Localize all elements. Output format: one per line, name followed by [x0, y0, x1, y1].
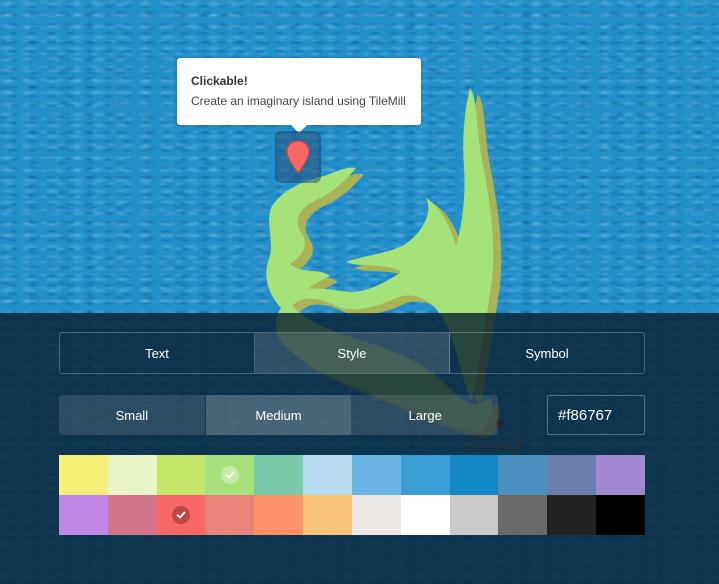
color-swatch[interactable] [400, 495, 450, 535]
tab-symbol[interactable]: Symbol [450, 333, 644, 373]
color-swatch[interactable] [547, 495, 597, 535]
color-swatch[interactable] [596, 455, 645, 495]
color-swatch[interactable] [596, 495, 645, 535]
checkmark-icon [172, 506, 191, 524]
color-swatch[interactable] [498, 495, 548, 535]
checkmark-icon [220, 466, 239, 484]
size-selector: Small Medium Large [59, 395, 498, 435]
popup-tooltip: Clickable! Create an imaginary island us… [177, 58, 421, 133]
hex-color-input[interactable] [547, 395, 645, 435]
color-swatch[interactable] [107, 455, 157, 495]
color-swatch[interactable] [547, 455, 597, 495]
color-swatch[interactable] [205, 495, 255, 535]
color-swatch[interactable] [59, 495, 108, 535]
color-swatch[interactable] [254, 495, 304, 535]
color-swatch[interactable] [303, 495, 352, 535]
color-swatch[interactable] [156, 495, 206, 535]
tab-bar: Text Style Symbol [59, 332, 645, 374]
color-swatch[interactable] [156, 455, 206, 495]
size-large-button[interactable]: Large [352, 395, 498, 435]
color-swatch[interactable] [351, 495, 401, 535]
popup-title: Clickable! [191, 74, 248, 88]
tab-text[interactable]: Text [60, 333, 255, 373]
marker-selection-box[interactable] [277, 133, 319, 181]
color-palette [59, 455, 645, 535]
color-swatch[interactable] [107, 495, 157, 535]
color-swatch[interactable] [205, 455, 255, 495]
color-swatch[interactable] [498, 455, 548, 495]
map-pin-icon[interactable] [277, 133, 319, 181]
color-swatch[interactable] [351, 455, 401, 495]
size-medium-button[interactable]: Medium [205, 395, 353, 435]
color-swatch[interactable] [303, 455, 352, 495]
color-swatch[interactable] [59, 455, 108, 495]
color-swatch[interactable] [449, 455, 499, 495]
color-swatch[interactable] [400, 455, 450, 495]
color-swatch[interactable] [254, 455, 304, 495]
size-small-button[interactable]: Small [59, 395, 206, 435]
tab-style[interactable]: Style [255, 333, 450, 373]
color-swatch[interactable] [449, 495, 499, 535]
popup-body: Create an imaginary island using TileMil… [191, 94, 406, 108]
